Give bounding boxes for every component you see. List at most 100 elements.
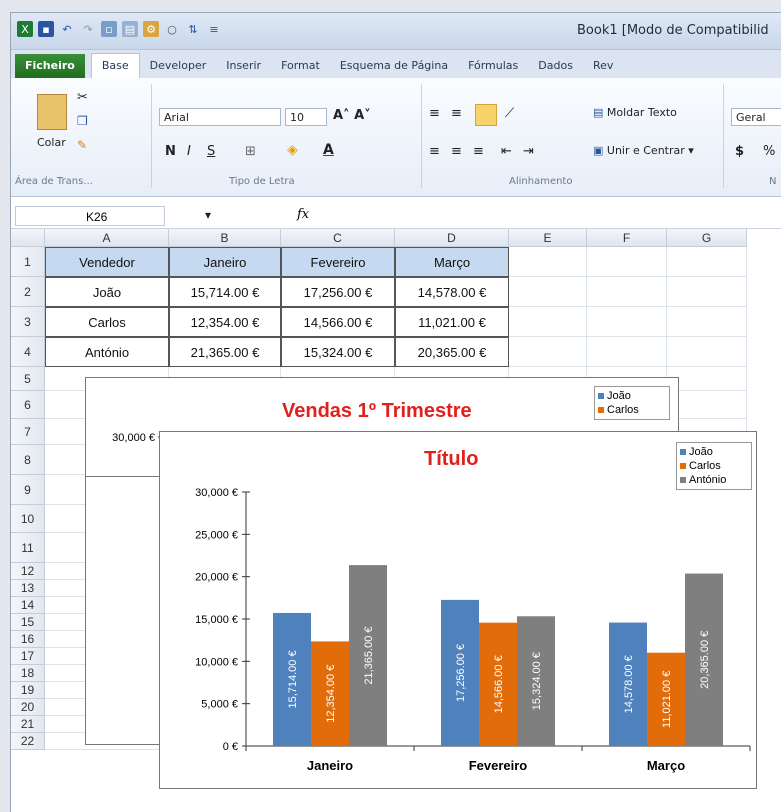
column-header-c[interactable]: C: [281, 229, 395, 247]
cut-icon[interactable]: ✂: [77, 90, 88, 105]
italic-button[interactable]: I: [187, 144, 191, 159]
font-name-select[interactable]: Arial: [159, 108, 281, 126]
align-right-icon[interactable]: ≡: [473, 144, 484, 159]
tab-data[interactable]: Dados: [528, 54, 583, 78]
tab-formulas[interactable]: Fórmulas: [458, 54, 528, 78]
row-header-5[interactable]: 5: [11, 367, 45, 391]
align-top-icon[interactable]: ≡: [429, 106, 440, 121]
tab-format[interactable]: Format: [271, 54, 330, 78]
table-cell[interactable]: 20,365.00 €: [395, 337, 509, 367]
row-header-22[interactable]: 22: [11, 733, 45, 750]
row-header-21[interactable]: 21: [11, 716, 45, 733]
cell[interactable]: [509, 277, 587, 307]
row-header-17[interactable]: 17: [11, 648, 45, 665]
column-header-g[interactable]: G: [667, 229, 747, 247]
cell[interactable]: [509, 307, 587, 337]
table-cell[interactable]: 17,256.00 €: [281, 277, 395, 307]
settings-icon[interactable]: ⚙: [143, 21, 159, 37]
table-cell[interactable]: 15,714.00 €: [169, 277, 281, 307]
cell[interactable]: [587, 247, 667, 277]
table-cell[interactable]: António: [45, 337, 169, 367]
tab-insert[interactable]: Inserir: [216, 54, 271, 78]
table-cell[interactable]: 14,578.00 €: [395, 277, 509, 307]
currency-button[interactable]: $: [735, 144, 744, 159]
customize-qat-icon[interactable]: ≡: [206, 21, 222, 37]
table-header-cell[interactable]: Março: [395, 247, 509, 277]
row-header-14[interactable]: 14: [11, 597, 45, 614]
cell[interactable]: [587, 337, 667, 367]
align-center-icon[interactable]: ≡: [451, 144, 462, 159]
row-header-12[interactable]: 12: [11, 563, 45, 580]
sort-icon[interactable]: ⇅: [185, 21, 201, 37]
cell[interactable]: [667, 277, 747, 307]
cell[interactable]: [587, 307, 667, 337]
cell[interactable]: [587, 277, 667, 307]
table-cell[interactable]: Carlos: [45, 307, 169, 337]
chart-back-body[interactable]: [85, 477, 165, 745]
select-all-corner[interactable]: [11, 229, 45, 247]
row-header-11[interactable]: 11: [11, 533, 45, 563]
print-preview-icon[interactable]: ▫: [101, 21, 117, 37]
column-header-f[interactable]: F: [587, 229, 667, 247]
align-middle-icon[interactable]: ≡: [451, 106, 462, 121]
formula-input[interactable]: [321, 206, 781, 226]
fill-color-icon[interactable]: ◈: [287, 142, 298, 158]
copy-icon[interactable]: ❐: [77, 114, 88, 128]
table-cell[interactable]: 11,021.00 €: [395, 307, 509, 337]
row-header-1[interactable]: 1: [11, 247, 45, 277]
redo-icon[interactable]: ↷: [80, 21, 96, 37]
save-icon[interactable]: ▪: [38, 21, 54, 37]
align-bottom-icon[interactable]: [475, 104, 497, 126]
row-header-4[interactable]: 4: [11, 337, 45, 367]
tab-file[interactable]: Ficheiro: [15, 54, 85, 78]
increase-indent-icon[interactable]: ⇥: [523, 144, 534, 159]
font-size-select[interactable]: 10: [285, 108, 327, 126]
cell[interactable]: [667, 247, 747, 277]
cell[interactable]: [667, 307, 747, 337]
circle-icon[interactable]: ○: [164, 21, 180, 37]
row-header-15[interactable]: 15: [11, 614, 45, 631]
bold-button[interactable]: N: [165, 144, 176, 159]
tab-developer[interactable]: Developer: [140, 54, 217, 78]
paste-icon[interactable]: [37, 94, 67, 130]
align-left-icon[interactable]: ≡: [429, 144, 440, 159]
number-format-select[interactable]: Geral: [731, 108, 781, 126]
column-header-a[interactable]: A: [45, 229, 169, 247]
row-header-20[interactable]: 20: [11, 699, 45, 716]
undo-icon[interactable]: ↶: [59, 21, 75, 37]
tab-home[interactable]: Base: [90, 53, 140, 78]
cell[interactable]: [667, 391, 747, 419]
column-header-d[interactable]: D: [395, 229, 509, 247]
table-cell[interactable]: 15,324.00 €: [281, 337, 395, 367]
orientation-icon[interactable]: ⟋: [505, 106, 514, 121]
percent-button[interactable]: %: [763, 144, 775, 159]
row-header-19[interactable]: 19: [11, 682, 45, 699]
row-header-7[interactable]: 7: [11, 419, 45, 445]
underline-button[interactable]: S: [207, 144, 215, 159]
table-header-cell[interactable]: Janeiro: [169, 247, 281, 277]
column-header-b[interactable]: B: [169, 229, 281, 247]
row-header-6[interactable]: 6: [11, 391, 45, 419]
wrap-text-button[interactable]: ▤ Moldar Texto: [593, 106, 677, 119]
row-header-3[interactable]: 3: [11, 307, 45, 337]
name-box[interactable]: K26: [15, 206, 165, 226]
column-header-e[interactable]: E: [509, 229, 587, 247]
row-header-8[interactable]: 8: [11, 445, 45, 475]
row-header-10[interactable]: 10: [11, 505, 45, 533]
grow-font-icon[interactable]: A˄ A˅: [333, 108, 371, 123]
table-cell[interactable]: 14,566.00 €: [281, 307, 395, 337]
format-painter-icon[interactable]: ✎: [77, 138, 87, 152]
tab-page-layout[interactable]: Esquema de Página: [330, 54, 458, 78]
table-header-cell[interactable]: Fevereiro: [281, 247, 395, 277]
row-header-2[interactable]: 2: [11, 277, 45, 307]
table-cell[interactable]: 21,365.00 €: [169, 337, 281, 367]
name-box-dropdown-icon[interactable]: ▾: [205, 208, 211, 222]
row-header-13[interactable]: 13: [11, 580, 45, 597]
table-cell[interactable]: 12,354.00 €: [169, 307, 281, 337]
merge-center-button[interactable]: ▣ Unir e Centrar ▾: [593, 144, 694, 157]
decrease-indent-icon[interactable]: ⇤: [501, 144, 512, 159]
borders-icon[interactable]: ⊞: [245, 144, 256, 159]
cell[interactable]: [509, 247, 587, 277]
tab-review[interactable]: Rev: [583, 54, 623, 78]
chart-front[interactable]: Título João Carlos António 30,000 €25,00…: [159, 431, 757, 789]
